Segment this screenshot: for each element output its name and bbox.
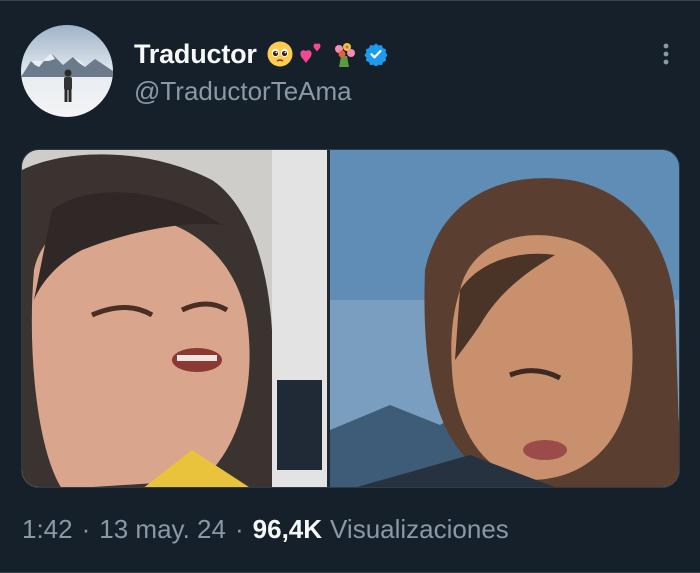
top-divider bbox=[0, 0, 700, 1]
more-options-icon[interactable] bbox=[652, 40, 680, 68]
man-eyes-closed-image bbox=[22, 150, 327, 487]
bouquet-icon bbox=[334, 43, 355, 67]
author-name[interactable]: Traductor bbox=[134, 39, 257, 70]
author-handle[interactable]: @TraductorTeAma bbox=[134, 76, 352, 107]
two-hearts-icon bbox=[300, 43, 321, 63]
woman-looking-down-image bbox=[330, 150, 679, 487]
meta-separator: · bbox=[81, 514, 91, 544]
views-label: Visualizaciones bbox=[330, 514, 509, 544]
author-name-row: Traductor bbox=[134, 34, 388, 74]
verified-badge-icon bbox=[364, 43, 388, 66]
tweet-meta: 1:42 · 13 may. 24 · 96,4K Visualizacione… bbox=[22, 514, 509, 545]
tweet-time[interactable]: 1:42 bbox=[22, 514, 73, 545]
views-count: 96,4K bbox=[252, 514, 323, 544]
tweet-date[interactable]: 13 may. 24 bbox=[99, 514, 226, 545]
meta-separator: · bbox=[234, 514, 244, 544]
media-left-panel bbox=[22, 150, 327, 487]
tweet-media[interactable] bbox=[21, 149, 680, 488]
media-right-panel bbox=[330, 150, 679, 487]
pleading-face-icon bbox=[267, 41, 293, 67]
person-figure bbox=[64, 69, 72, 102]
avatar[interactable] bbox=[21, 25, 113, 117]
